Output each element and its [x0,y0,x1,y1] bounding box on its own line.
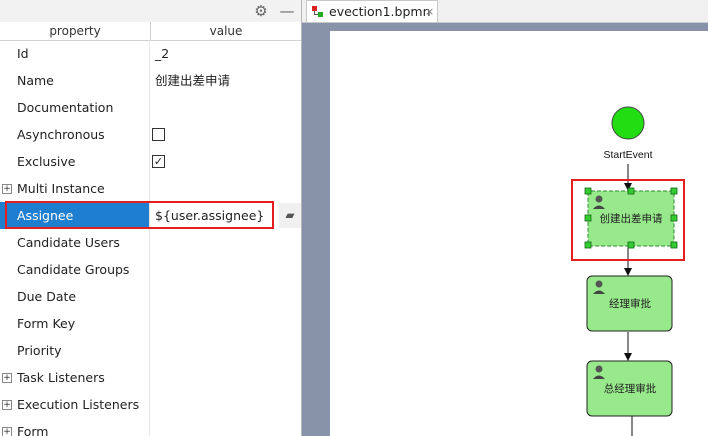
property-value-documentation[interactable] [151,94,301,121]
property-row-multi-instance[interactable]: + Multi Instance [0,175,301,202]
bpmn-editor: evection1.bpmn × StartEvent 创建出差申请 经理审批 … [302,0,708,436]
property-value-candidate-groups[interactable] [151,256,301,283]
property-row-documentation[interactable]: Documentation [0,94,301,121]
property-label: Candidate Groups [0,256,150,283]
property-value-task-listeners[interactable] [151,364,301,391]
property-label: Candidate Users [0,229,150,256]
property-label: Form [0,418,150,436]
property-label: Multi Instance [0,175,150,202]
task-label: 经理审批 [609,297,651,310]
property-row-candidate-users[interactable]: Candidate Users [0,229,301,256]
property-label: Task Listeners [0,364,150,391]
user-task-create-request[interactable]: 创建出差申请 [584,187,678,249]
property-label: Priority [0,337,150,364]
property-value-execution-listeners[interactable] [151,391,301,418]
task-label: 创建出差申请 [600,212,663,225]
property-value-asynchronous [151,121,301,148]
properties-table: Id _2 Name 创建出差申请 Documentation Asynchro… [0,40,301,436]
property-value-id[interactable]: _2 [151,40,301,67]
property-row-form[interactable]: + Form [0,418,301,436]
property-row-exclusive[interactable]: Exclusive ✓ [0,148,301,175]
start-event[interactable] [611,106,645,140]
property-label: Name [0,67,150,94]
properties-panel: ⚙ — property value Id _2 Name 创建出差申请 Doc… [0,0,301,436]
property-value-form[interactable] [151,418,301,436]
task-label: 总经理审批 [604,382,657,395]
property-value-name[interactable]: 创建出差申请 [151,67,301,94]
property-row-form-key[interactable]: Form Key [0,310,301,337]
exclusive-checkbox[interactable]: ✓ [152,155,165,168]
property-row-due-date[interactable]: Due Date [0,283,301,310]
property-label: Exclusive [0,148,150,175]
property-value-exclusive: ✓ [151,148,301,175]
property-row-name[interactable]: Name 创建出差申请 [0,67,301,94]
property-row-execution-listeners[interactable]: + Execution Listeners [0,391,301,418]
minimize-icon[interactable]: — [278,2,296,20]
properties-table-header: property value [0,22,301,41]
property-value-multi-instance[interactable] [151,175,301,202]
bpmn-diagram: StartEvent 创建出差申请 经理审批 总经理审批 [571,106,685,436]
asynchronous-checkbox[interactable] [152,128,165,141]
value-column-header[interactable]: value [151,22,301,40]
property-value-form-key[interactable] [151,310,301,337]
start-event-label: StartEvent [603,149,652,161]
property-value-priority[interactable] [151,337,301,364]
property-value-candidate-users[interactable] [151,229,301,256]
folder-open-icon[interactable]: ▰ [279,203,301,228]
property-label: Form Key [0,310,150,337]
user-task-manager-approval[interactable]: 经理审批 [586,275,673,332]
properties-toolbar: ⚙ — [0,0,301,22]
property-label: Id [0,40,150,67]
property-row-asynchronous[interactable]: Asynchronous [0,121,301,148]
property-row-candidate-groups[interactable]: Candidate Groups [0,256,301,283]
property-row-task-listeners[interactable]: + Task Listeners [0,364,301,391]
user-task-general-manager-approval[interactable]: 总经理审批 [586,360,673,417]
assignee-highlight-box [5,201,274,229]
property-row-id[interactable]: Id _2 [0,40,301,67]
property-value-due-date[interactable] [151,283,301,310]
property-label: Execution Listeners [0,391,150,418]
property-row-priority[interactable]: Priority [0,337,301,364]
property-label: Documentation [0,94,150,121]
property-label: Asynchronous [0,121,150,148]
property-label: Due Date [0,283,150,310]
property-column-header[interactable]: property [0,22,151,40]
gear-icon[interactable]: ⚙ [252,2,270,20]
